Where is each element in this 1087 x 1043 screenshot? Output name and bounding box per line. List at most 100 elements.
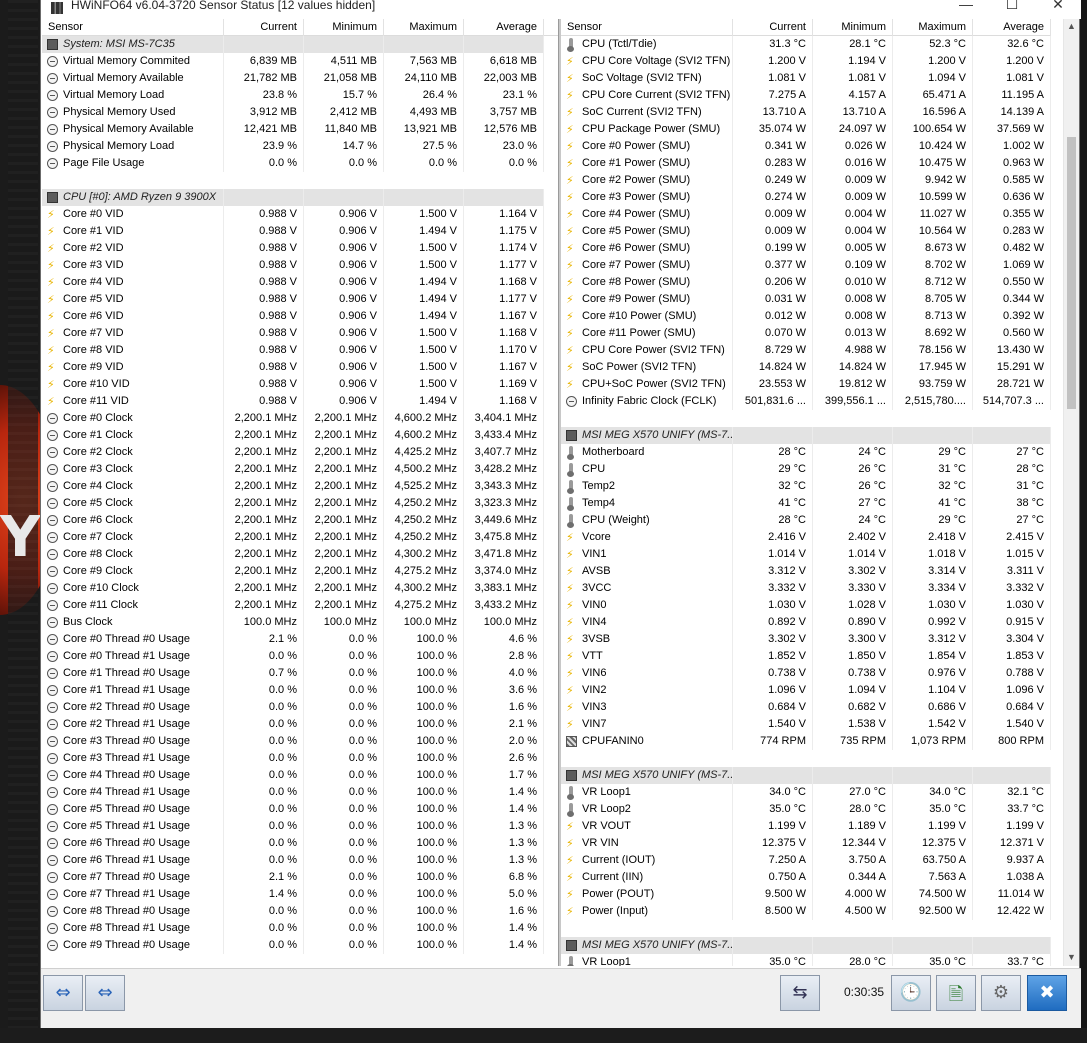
sensor-row[interactable]: SoC Power (SVI2 TFN)14.824 W14.824 W17.9… <box>561 359 1051 376</box>
sensor-row[interactable]: Core #2 Power (SMU) 0.249 W0.009 W9.942 W… <box>561 172 1051 189</box>
network-button[interactable]: ⇆ <box>780 975 820 1011</box>
sensor-row[interactable]: Core #11 Power (SMU) 0.070 W0.013 W8.692 … <box>561 325 1051 342</box>
close-button[interactable]: ✕ <box>1035 0 1081 19</box>
sensor-row[interactable]: VTT 1.852 V1.850 V1.854 V1.853 V <box>561 648 1051 665</box>
sensor-row[interactable]: Core #1 Power (SMU) 0.283 W0.016 W10.475 … <box>561 155 1051 172</box>
sensor-row[interactable]: VR Loop2 35.0 °C 28.0 °C 35.0 °C 33.7 °C <box>561 801 1051 818</box>
sensor-row[interactable]: Core #9 Clock 2,200.1 MHz 2,200.1 MHz 4,275… <box>42 563 558 580</box>
sensor-row[interactable]: Core #2 VID 0.988 V0.906 V1.500 V1.174 V <box>42 240 558 257</box>
scrollbar-thumb[interactable] <box>1067 137 1076 409</box>
sensor-row[interactable]: VIN21.096 V1.094 V1.104 V1.096 V <box>561 682 1051 699</box>
sensor-group-header[interactable]: CPU [#0]: AMD Ryzen 9 3900X <box>42 189 558 206</box>
sensor-row[interactable]: Core #0 Thread #1 Usage 0.0 % 0.0 % 100.0 %… <box>42 648 558 665</box>
sensor-row[interactable]: Core #3 Thread #0 Usage 0.0 % 0.0 % 100.0 %… <box>42 733 558 750</box>
sensor-row[interactable]: Core #6 Thread #1 Usage 0.0 % 0.0 % 100.0 %… <box>42 852 558 869</box>
sensor-row[interactable]: Vcore 2.416 V2.402 V2.418 V2.415 V <box>561 529 1051 546</box>
sensor-row[interactable]: VR VOUT1.199 V1.189 V1.199 V1.199 V <box>561 818 1051 835</box>
sensor-row[interactable]: CPU Core Voltage (SVI2 TFN)1.200 V1.194 … <box>561 53 1051 70</box>
sensor-row[interactable]: Core #4 Power (SMU) 0.009 W0.004 W11.027 … <box>561 206 1051 223</box>
sensor-row[interactable]: Core #0 Thread #0 Usage 2.1 % 0.0 % 100.0 %… <box>42 631 558 648</box>
sensor-row[interactable]: CPU+SoC Power (SVI2 TFN) 23.553 W19.812 W… <box>561 376 1051 393</box>
close-sensors-button[interactable]: ✖ <box>1027 975 1067 1011</box>
title-bar[interactable]: HWiNFO64 v6.04-3720 Sensor Status [12 va… <box>41 0 1081 19</box>
sensor-row[interactable]: Core #10 VID 0.988 V0.906 V1.500 V1.169 V <box>42 376 558 393</box>
sensor-row[interactable]: Core #1 VID 0.988 V0.906 V1.494 V1.175 V <box>42 223 558 240</box>
sensor-row[interactable]: Core #5 VID 0.988 V0.906 V1.494 V1.177 V <box>42 291 558 308</box>
nav-left-button[interactable]: ⇔ <box>43 975 83 1011</box>
sensor-row[interactable]: Core #2 Thread #1 Usage 0.0 % 0.0 % 100.0 %… <box>42 716 558 733</box>
sensor-row[interactable]: Core #7 Power (SMU) 0.377 W0.109 W8.702 W… <box>561 257 1051 274</box>
left-sensor-pane[interactable]: Sensor Current Minimum Maximum Average S… <box>42 19 558 966</box>
reset-timer-button[interactable]: 🕒 <box>891 975 931 1011</box>
sensor-row[interactable]: Bus Clock 100.0 MHz 100.0 MHz 100.0 MHz 100.… <box>42 614 558 631</box>
header-maximum[interactable]: Maximum <box>893 19 973 36</box>
sensor-row[interactable]: Core #4 Thread #0 Usage 0.0 % 0.0 % 100.0 %… <box>42 767 558 784</box>
sensor-row[interactable]: Core #4 Clock 2,200.1 MHz 2,200.1 MHz 4,525… <box>42 478 558 495</box>
sensor-row[interactable]: Physical Memory Used 3,912 MB 2,412 MB 4,49… <box>42 104 558 121</box>
sensor-row[interactable]: Core #7 VID 0.988 V0.906 V1.500 V1.168 V <box>42 325 558 342</box>
sensor-row[interactable]: Core #1 Thread #0 Usage 0.7 % 0.0 % 100.0 %… <box>42 665 558 682</box>
sensor-row[interactable]: Core #3 VID 0.988 V0.906 V1.500 V1.177 V <box>42 257 558 274</box>
sensor-row[interactable]: SoC Voltage (SVI2 TFN)1.081 V1.081 V1.09… <box>561 70 1051 87</box>
sensor-row[interactable]: Core #10 Clock 2,200.1 MHz 2,200.1 MHz 4,30… <box>42 580 558 597</box>
settings-button[interactable]: ⚙ <box>981 975 1021 1011</box>
right-sensor-pane[interactable]: Sensor Current Minimum Maximum Average C… <box>561 19 1051 966</box>
sensor-row[interactable]: CPU Package Power (SMU) 35.074 W24.097 W1… <box>561 121 1051 138</box>
sensor-row[interactable]: Core #5 Clock 2,200.1 MHz 2,200.1 MHz 4,250… <box>42 495 558 512</box>
sensor-row[interactable]: Power (POUT) 9.500 W4.000 W74.500 W11.014… <box>561 886 1051 903</box>
sensor-row[interactable]: Core #10 Power (SMU) 0.012 W0.008 W8.713 … <box>561 308 1051 325</box>
sensor-row[interactable]: Core #9 Thread #0 Usage 0.0 % 0.0 % 100.0 %… <box>42 937 558 954</box>
sensor-row[interactable]: Core #5 Thread #1 Usage 0.0 % 0.0 % 100.0 %… <box>42 818 558 835</box>
sensor-row[interactable]: Virtual Memory Available 21,782 MB 21,058 … <box>42 70 558 87</box>
sensor-row[interactable]: Core #0 Power (SMU) 0.341 W0.026 W10.424 … <box>561 138 1051 155</box>
sensor-row[interactable]: Core #0 VID 0.988 V0.906 V1.500 V1.164 V <box>42 206 558 223</box>
sensor-row[interactable]: Core #6 Thread #0 Usage 0.0 % 0.0 % 100.0 %… <box>42 835 558 852</box>
sensor-row[interactable]: Virtual Memory Commited 6,839 MB 4,511 MB 7… <box>42 53 558 70</box>
nav-right-button[interactable]: ⇔ <box>85 975 125 1011</box>
sensor-row[interactable]: Infinity Fabric Clock (FCLK) 501,831.6 ..… <box>561 393 1051 410</box>
sensor-row[interactable]: Core #1 Clock 2,200.1 MHz 2,200.1 MHz 4,600… <box>42 427 558 444</box>
sensor-row[interactable]: Core #11 Clock 2,200.1 MHz 2,200.1 MHz 4,27… <box>42 597 558 614</box>
sensor-row[interactable]: Core #11 VID 0.988 V0.906 V1.494 V1.168 V <box>42 393 558 410</box>
scroll-up-arrow-icon[interactable]: ▲ <box>1067 21 1076 31</box>
sensor-row[interactable]: VR VIN12.375 V12.344 V12.375 V12.371 V <box>561 835 1051 852</box>
sensor-row[interactable]: Motherboard 28 °C 24 °C 29 °C 27 °C <box>561 444 1051 461</box>
sensor-group-header[interactable]: MSI MEG X570 UNIFY (MS-7... <box>561 937 1051 954</box>
sensor-row[interactable]: Current (IIN) 0.750 A0.344 A7.563 A1.038 … <box>561 869 1051 886</box>
sensor-row[interactable]: VIN11.014 V1.014 V1.018 V1.015 V <box>561 546 1051 563</box>
sensor-group-header[interactable]: System: MSI MS-7C35 <box>42 36 558 53</box>
sensor-row[interactable]: Physical Memory Load 23.9 % 14.7 % 27.5 % 23… <box>42 138 558 155</box>
sensor-row[interactable]: CPU (Tctl/Tdie) 31.3 °C 28.1 °C 52.3 °C 32.6… <box>561 36 1051 53</box>
sensor-group-header[interactable]: MSI MEG X570 UNIFY (MS-7... <box>561 767 1051 784</box>
scroll-down-arrow-icon[interactable]: ▼ <box>1067 952 1076 962</box>
sensor-row[interactable]: VIN01.030 V1.028 V1.030 V1.030 V <box>561 597 1051 614</box>
sensor-row[interactable]: VIN4 0.892 V0.890 V0.992 V0.915 V <box>561 614 1051 631</box>
sensor-row[interactable]: VR Loop1 34.0 °C 27.0 °C 34.0 °C 32.1 °C <box>561 784 1051 801</box>
sensor-row[interactable]: CPU 29 °C 26 °C 31 °C 28 °C <box>561 461 1051 478</box>
sensor-row[interactable]: Core #6 Power (SMU) 0.199 W0.005 W8.673 W… <box>561 240 1051 257</box>
sensor-row[interactable]: Core #6 Clock 2,200.1 MHz 2,200.1 MHz 4,250… <box>42 512 558 529</box>
header-sensor[interactable]: Sensor <box>561 19 733 36</box>
sensor-row[interactable]: Core #9 VID 0.988 V0.906 V1.500 V1.167 V <box>42 359 558 376</box>
sensor-row[interactable]: VIN30.684 V0.682 V0.686 V0.684 V <box>561 699 1051 716</box>
sensor-row[interactable]: CPUFANIN0 774 RPM 735 RPM 1,073 RPM 800 RPM <box>561 733 1051 750</box>
sensor-row[interactable]: Virtual Memory Load 23.8 % 15.7 % 26.4 % 23.… <box>42 87 558 104</box>
sensor-row[interactable]: Core #8 Clock 2,200.1 MHz 2,200.1 MHz 4,300… <box>42 546 558 563</box>
sensor-row[interactable]: Core #7 Thread #1 Usage 1.4 % 0.0 % 100.0 %… <box>42 886 558 903</box>
sensor-row[interactable]: 3VSB 3.302 V3.300 V3.312 V3.304 V <box>561 631 1051 648</box>
sensor-row[interactable]: Core #7 Thread #0 Usage 2.1 % 0.0 % 100.0 %… <box>42 869 558 886</box>
sensor-group-header[interactable]: MSI MEG X570 UNIFY (MS-7... <box>561 427 1051 444</box>
sensor-row[interactable]: Core #0 Clock 2,200.1 MHz 2,200.1 MHz 4,600… <box>42 410 558 427</box>
sensor-row[interactable]: Core #2 Thread #0 Usage 0.0 % 0.0 % 100.0 %… <box>42 699 558 716</box>
maximize-button[interactable]: ☐ <box>989 0 1035 19</box>
header-minimum[interactable]: Minimum <box>813 19 893 36</box>
sensor-row[interactable]: Core #4 VID 0.988 V0.906 V1.494 V1.168 V <box>42 274 558 291</box>
sensor-row[interactable]: Power (Input) 8.500 W4.500 W92.500 W12.42… <box>561 903 1051 920</box>
sensor-row[interactable]: CPU (Weight) 28 °C 24 °C 29 °C 27 °C <box>561 512 1051 529</box>
sensor-row[interactable]: VIN60.738 V0.738 V0.976 V0.788 V <box>561 665 1051 682</box>
sensor-row[interactable]: Core #8 Thread #0 Usage 0.0 % 0.0 % 100.0 %… <box>42 903 558 920</box>
header-sensor[interactable]: Sensor <box>42 19 224 36</box>
sensor-row[interactable]: 3VCC3.332 V3.330 V3.334 V3.332 V <box>561 580 1051 597</box>
sensor-row[interactable]: Current (IOUT) 7.250 A3.750 A63.750 A9.93… <box>561 852 1051 869</box>
sensor-row[interactable]: Page File Usage 0.0 % 0.0 % 0.0 % 0.0 % <box>42 155 558 172</box>
